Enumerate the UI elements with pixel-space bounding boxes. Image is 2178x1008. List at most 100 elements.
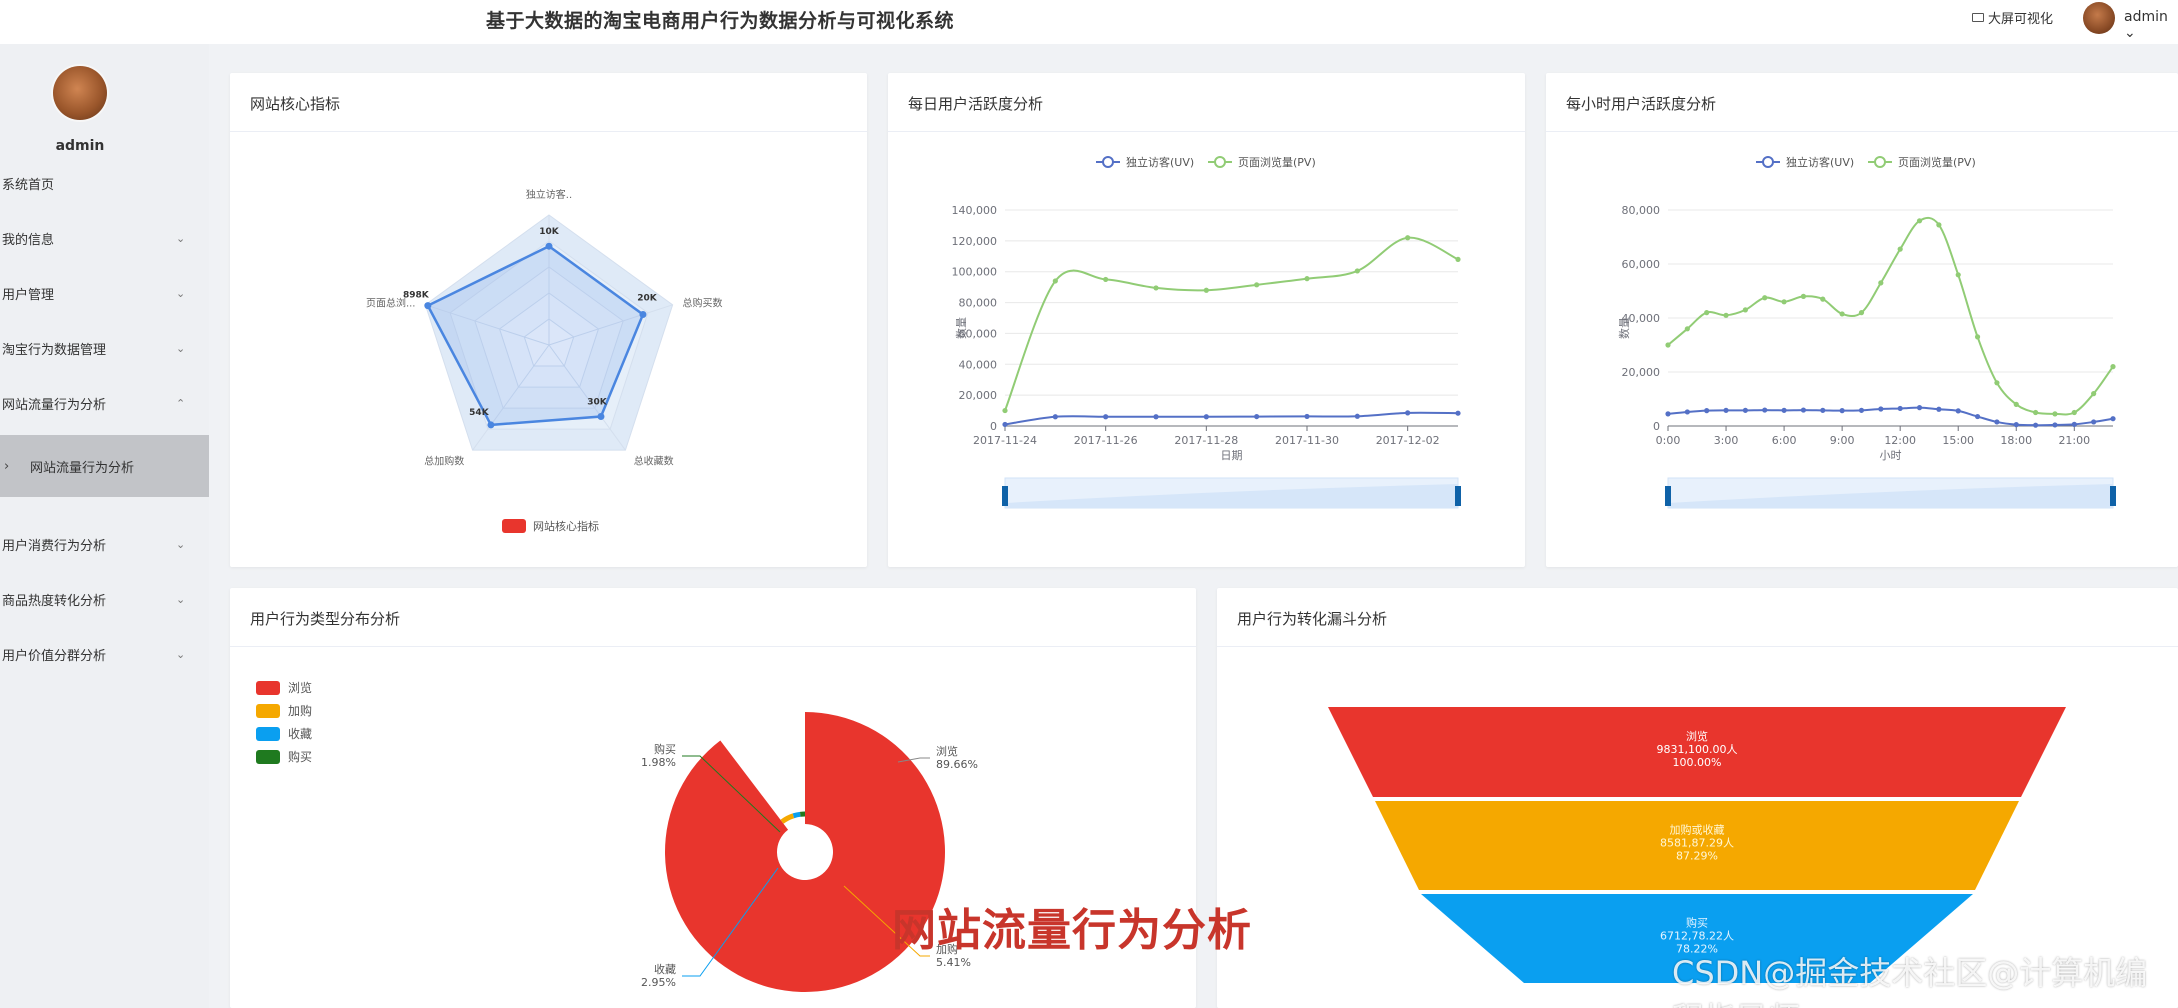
sidebar-item-label: 淘宝行为数据管理 [2, 342, 107, 358]
sidebar-subitem-traffic[interactable]: › 网站流量行为分析 [0, 435, 209, 497]
pie-slice-name: 浏览 [936, 744, 958, 758]
series-point [1878, 406, 1884, 412]
series-point [1103, 276, 1109, 283]
series-point [1897, 405, 1903, 412]
series-point [1723, 312, 1729, 318]
header-username[interactable]: admin ⌄ [2124, 9, 2178, 41]
funnel-stage-value: 8581,87.29人 [1660, 837, 1734, 850]
series-point [1800, 293, 1807, 299]
chevron-down-icon: ⌄ [176, 647, 186, 661]
pie-slice-percent: 2.95% [641, 976, 676, 989]
x-tick-label: 6:00 [1772, 434, 1797, 447]
series-point [2091, 419, 2097, 425]
y-tick-label: 60,000 [1622, 258, 1661, 271]
x-tick-label: 21:00 [2058, 434, 2090, 447]
pie-slice-name: 购买 [654, 742, 676, 756]
y-axis-title: 数量 [1618, 317, 1631, 339]
video-caption: 网站流量行为分析 [892, 905, 1252, 956]
sidebar-item-home[interactable]: 系统首页 [0, 163, 209, 203]
series-point [2033, 422, 2039, 428]
pie-slice [780, 813, 795, 824]
legend-label: 独立访客(UV) [1126, 155, 1194, 169]
series-point [1955, 272, 1961, 278]
y-tick-label: 20,000 [959, 389, 998, 402]
series-point [2071, 409, 2077, 416]
chevron-up-icon: ⌃ [176, 396, 186, 410]
x-tick-label: 9:00 [1830, 434, 1855, 447]
sidebar-item-traffic[interactable]: 网站流量行为分析 ⌃ [0, 383, 209, 423]
series-point [1052, 414, 1058, 420]
series-point [1153, 414, 1159, 420]
series-point [1405, 410, 1411, 416]
series-point [1153, 285, 1159, 291]
bigscreen-link[interactable]: 大屏可视化 [1972, 8, 2053, 27]
series-point [1203, 414, 1209, 420]
radar-point [597, 413, 605, 421]
radar-point [487, 421, 495, 429]
radar-point [639, 310, 647, 318]
y-tick-label: 0 [1653, 420, 1660, 433]
y-tick-label: 120,000 [952, 235, 998, 248]
series-point [1742, 307, 1748, 313]
legend-label: 页面浏览量(PV) [1898, 155, 1976, 169]
chevron-down-icon: ⌄ [176, 231, 186, 245]
pie-slice-percent: 89.66% [936, 758, 978, 771]
series-point [2052, 411, 2058, 417]
series-point [1405, 235, 1411, 241]
series-point [2110, 364, 2116, 370]
funnel-stage-name: 浏览 [1686, 729, 1708, 743]
header-avatar[interactable] [2083, 2, 2115, 34]
chevron-down-icon: ⌄ [176, 537, 186, 551]
series-point [1936, 406, 1942, 412]
x-tick-label: 0:00 [1656, 434, 1681, 447]
sidebar-username: admin [55, 138, 105, 154]
radar-indicator-label: 独立访客.. [526, 188, 572, 201]
series-point [1897, 246, 1903, 252]
sidebar: admin 系统首页 我的信息 ⌄ 用户管理 ⌄ 淘宝行为数据管理 ⌄ 网站流量… [0, 44, 209, 1008]
sidebar-item-my-info[interactable]: 我的信息 ⌄ [0, 218, 209, 258]
series-point [1103, 414, 1109, 420]
series-point [2013, 401, 2019, 407]
legend-label: 网站核心指标 [533, 519, 599, 533]
sidebar-item-consumption[interactable]: 用户消费行为分析 ⌄ [0, 524, 209, 564]
funnel-stage-percent: 87.29% [1676, 850, 1718, 863]
sidebar-item-taobao-data[interactable]: 淘宝行为数据管理 ⌄ [0, 328, 209, 368]
y-tick-label: 20,000 [1622, 366, 1661, 379]
y-tick-label: 80,000 [959, 297, 998, 310]
series-point [1455, 410, 1461, 416]
series-point [1002, 421, 1008, 428]
datazoom-handle [2110, 486, 2116, 506]
x-tick-label: 2017-11-24 [973, 434, 1037, 447]
funnel-stage-value: 9831,100.00人 [1657, 743, 1738, 756]
sidebar-item-label: 系统首页 [2, 177, 55, 193]
panel-core-metrics: 网站核心指标 10K 20K 30K 54K 898K 独立访客.. 总购买数 总收藏数 总加购… [230, 73, 867, 567]
series-point [1800, 407, 1807, 413]
sidebar-item-user-mgmt[interactable]: 用户管理 ⌄ [0, 273, 209, 313]
series-point [1742, 407, 1748, 413]
sidebar-item-label: 网站流量行为分析 [30, 460, 135, 476]
radar-value-label: 20K [637, 293, 658, 303]
series-point [1304, 413, 1310, 420]
series-point [1254, 413, 1260, 420]
hourly-line-chart: 独立访客(UV) 页面浏览量(PV)020,00040,00060,00080,0… [1618, 155, 2116, 509]
series-point [1878, 280, 1884, 286]
series-point [2013, 422, 2019, 428]
x-axis-title: 日期 [1221, 449, 1243, 462]
sidebar-item-hotness[interactable]: 商品热度转化分析 ⌄ [0, 579, 209, 619]
series-point [1858, 310, 1865, 316]
bigscreen-label: 大屏可视化 [1988, 12, 2054, 27]
series-point [1762, 407, 1768, 413]
series-point [1684, 326, 1690, 332]
sidebar-avatar [53, 66, 107, 120]
series-point [1254, 282, 1260, 288]
y-tick-label: 80,000 [1622, 204, 1661, 217]
y-tick-label: 40,000 [959, 358, 998, 371]
x-axis-title: 小时 [1880, 449, 1902, 462]
series-point [1762, 295, 1768, 301]
series-point [2071, 421, 2077, 427]
sidebar-item-value-segment[interactable]: 用户价值分群分析 ⌄ [0, 634, 209, 674]
series-point [1820, 407, 1826, 413]
series-point [1936, 222, 1942, 228]
radar-indicator-label: 总购买数 [683, 297, 723, 310]
watermark: CSDN@掘金技术社区@计算机编程指导师 [1672, 954, 2148, 1008]
